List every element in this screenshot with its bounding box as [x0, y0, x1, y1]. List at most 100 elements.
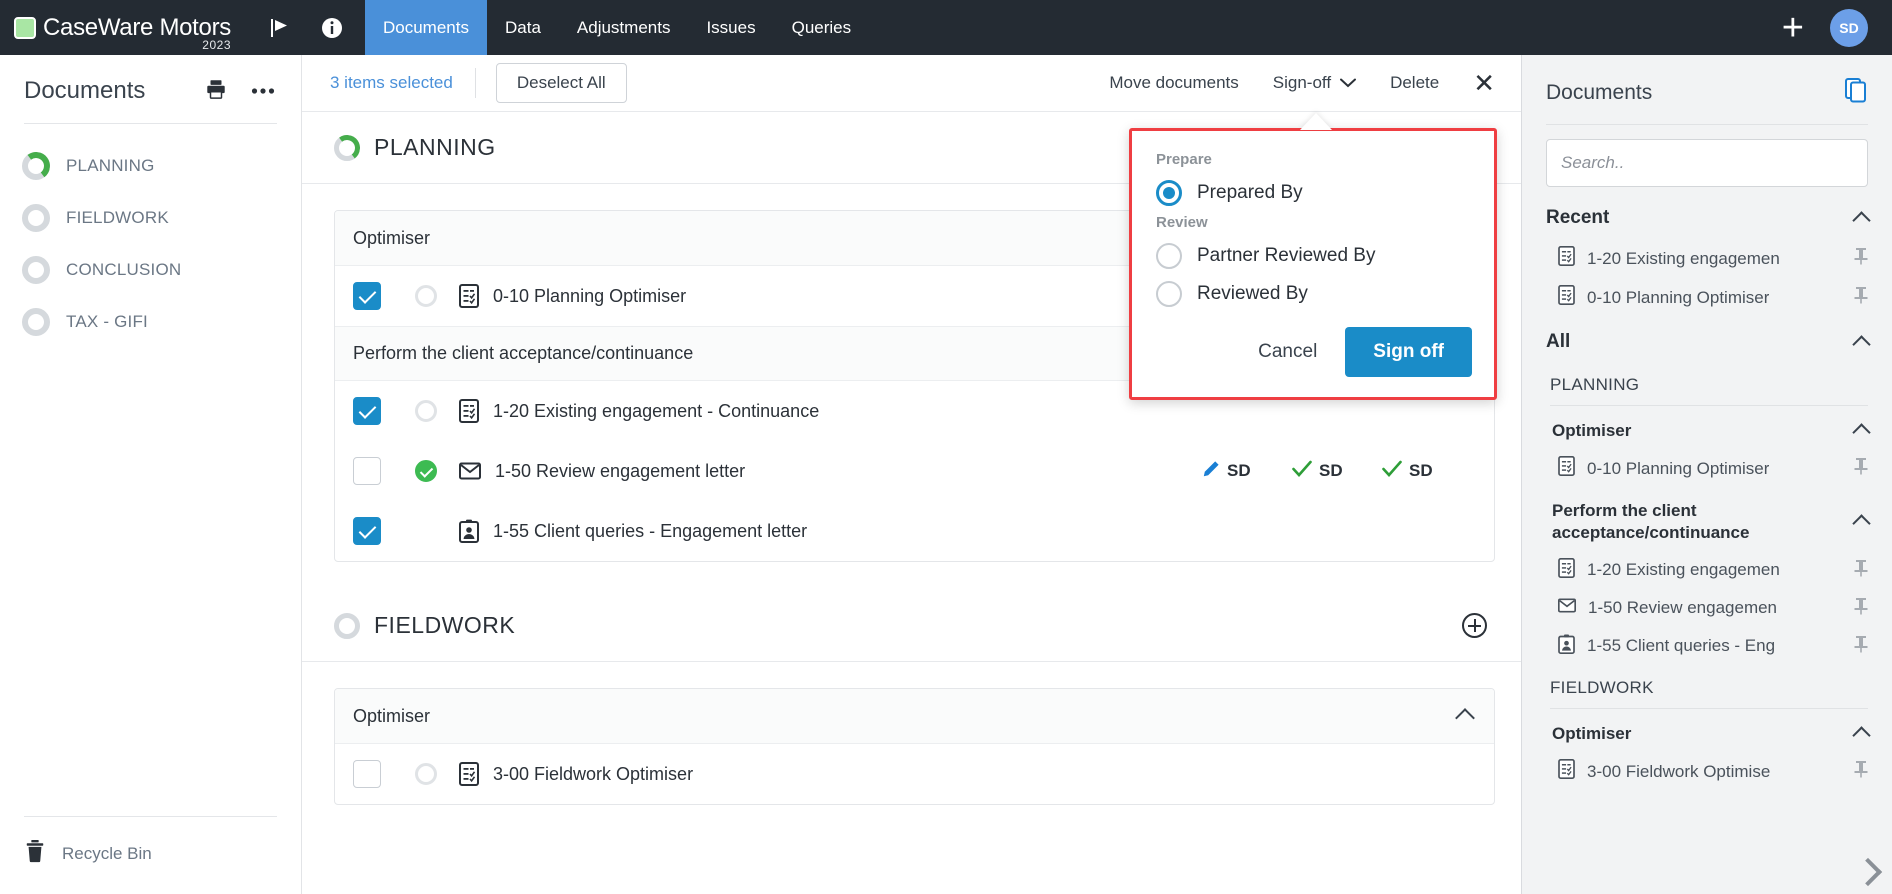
document-name: 1-50 Review engagement letter [495, 461, 745, 482]
tab-issues[interactable]: Issues [688, 0, 773, 55]
pin-icon[interactable] [1854, 247, 1868, 270]
radio-option-reviewed-by[interactable]: Reviewed By [1154, 275, 1472, 313]
delete-button[interactable]: Delete [1390, 73, 1439, 93]
popover-arrow [1300, 113, 1332, 130]
envelope-icon [1558, 598, 1576, 618]
chevron-up-icon[interactable] [1852, 423, 1870, 441]
group-title: Optimiser [1552, 723, 1631, 744]
recent-item[interactable]: 1-20 Existing engagemen [1522, 239, 1892, 278]
sidebar-item-label: FIELDWORK [66, 208, 169, 228]
checklist-document-icon [1558, 246, 1575, 271]
pin-icon[interactable] [1854, 457, 1868, 480]
tab-adjustments[interactable]: Adjustments [559, 0, 689, 55]
group-header-fieldwork-optimiser[interactable]: Optimiser [335, 689, 1494, 744]
tree-group-fieldwork-optimiser[interactable]: Optimiser [1522, 711, 1892, 752]
add-new-button[interactable]: + [1782, 9, 1804, 47]
radio-label: Partner Reviewed By [1197, 245, 1375, 267]
flag-icon[interactable] [267, 15, 293, 41]
radio-button[interactable] [1156, 243, 1182, 269]
tree-group-optimiser[interactable]: Optimiser [1522, 408, 1892, 449]
document-row[interactable]: 1-50 Review engagement letter SD [335, 441, 1494, 501]
row-checkbox[interactable] [353, 397, 381, 425]
chevron-down-icon [1340, 73, 1356, 93]
chevron-right-icon[interactable] [1854, 858, 1882, 886]
more-options-icon[interactable] [251, 82, 275, 100]
row-checkbox[interactable] [353, 457, 381, 485]
tab-queries[interactable]: Queries [774, 0, 870, 55]
pin-icon[interactable] [1854, 597, 1868, 620]
section-header-recent[interactable]: Recent [1522, 193, 1892, 239]
tree-document-item[interactable]: 0-10 Planning Optimiser [1522, 449, 1892, 488]
tree-document-item[interactable]: 1-50 Review engagemen [1522, 590, 1892, 627]
recycle-bin-label: Recycle Bin [62, 844, 152, 864]
sign-off-button[interactable]: Sign off [1345, 327, 1472, 377]
row-checkbox[interactable] [353, 282, 381, 310]
cancel-button[interactable]: Cancel [1240, 329, 1335, 375]
close-icon[interactable]: ✕ [1473, 70, 1495, 96]
signoff-partner-reviewed[interactable]: SD [1382, 460, 1472, 483]
checklist-document-icon [459, 284, 479, 308]
recent-item[interactable]: 0-10 Planning Optimiser [1522, 278, 1892, 317]
row-checkbox[interactable] [353, 517, 381, 545]
tab-data[interactable]: Data [487, 0, 559, 55]
row-checkbox[interactable] [353, 760, 381, 788]
pin-icon[interactable] [1854, 286, 1868, 309]
deselect-all-button[interactable]: Deselect All [496, 63, 627, 103]
signoff-reviewed[interactable]: SD [1292, 460, 1382, 483]
radio-button[interactable] [1156, 281, 1182, 307]
left-sidebar: Documents [0, 55, 302, 894]
pin-icon[interactable] [1854, 635, 1868, 658]
page-title: Documents [24, 77, 145, 105]
move-documents-button[interactable]: Move documents [1109, 73, 1238, 93]
popover-actions: Cancel Sign off [1154, 327, 1472, 377]
tree-document-item[interactable]: 1-55 Client queries - Eng [1522, 627, 1892, 666]
pencil-icon [1202, 460, 1220, 483]
chevron-up-icon[interactable] [1852, 335, 1870, 353]
signoff-status-icon[interactable] [415, 460, 437, 482]
tree-group-client-acceptance[interactable]: Perform the client acceptance/continuanc… [1522, 488, 1892, 551]
tab-documents[interactable]: Documents [365, 0, 487, 55]
pin-icon[interactable] [1854, 760, 1868, 783]
section-header-all[interactable]: All [1522, 317, 1892, 363]
avatar[interactable]: SD [1830, 9, 1868, 47]
signoff-prepared[interactable]: SD [1202, 460, 1292, 483]
sidebar-item-tax-gifi[interactable]: TAX - GIFI [0, 296, 301, 348]
sidebar-item-planning[interactable]: PLANNING [0, 140, 301, 192]
chevron-up-icon[interactable] [1455, 708, 1475, 728]
document-row[interactable]: 3-00 Fieldwork Optimiser [335, 744, 1494, 804]
right-panel-title: Documents [1546, 81, 1652, 105]
chevron-up-icon[interactable] [1852, 211, 1870, 229]
sidebar-item-fieldwork[interactable]: FIELDWORK [0, 192, 301, 244]
chevron-up-icon[interactable] [1852, 726, 1870, 744]
recycle-bin-item[interactable]: Recycle Bin [24, 816, 277, 894]
signoff-dropdown-label: Sign-off [1273, 73, 1331, 93]
info-icon[interactable] [319, 15, 345, 41]
document-name: 0-10 Planning Optimiser [493, 286, 686, 307]
sidebar-item-label: PLANNING [66, 156, 155, 176]
copy-documents-icon[interactable] [1844, 77, 1870, 108]
radio-option-prepared-by[interactable]: Prepared By [1154, 174, 1472, 212]
radio-option-partner-reviewed-by[interactable]: Partner Reviewed By [1154, 237, 1472, 275]
search-input[interactable] [1546, 139, 1868, 187]
document-row[interactable]: 1-55 Client queries - Engagement letter [335, 501, 1494, 561]
tree-document-item[interactable]: 1-20 Existing engagemen [1522, 551, 1892, 590]
section-label: Recent [1546, 207, 1609, 229]
add-document-icon[interactable] [1462, 613, 1487, 638]
signoff-dropdown-button[interactable]: Sign-off [1273, 73, 1356, 93]
checklist-document-icon [459, 762, 479, 786]
group-title: Perform the client acceptance/continuanc… [353, 343, 693, 364]
sidebar-item-conclusion[interactable]: CONCLUSION [0, 244, 301, 296]
pin-icon[interactable] [1854, 559, 1868, 582]
signoff-status-icon[interactable] [415, 763, 437, 785]
radio-button[interactable] [1156, 180, 1182, 206]
chevron-up-icon[interactable] [1852, 514, 1870, 532]
app-root: CaseWare Motors 2023 Documents Data Adju… [0, 0, 1892, 894]
signoff-status-icon[interactable] [415, 400, 437, 422]
signoff-status-icon[interactable] [415, 285, 437, 307]
trash-icon [24, 839, 46, 868]
printer-icon[interactable] [205, 78, 227, 105]
stage-title: PLANNING [374, 134, 496, 161]
document-name: 1-20 Existing engagemen [1587, 249, 1780, 269]
tree-document-item[interactable]: 3-00 Fieldwork Optimise [1522, 752, 1892, 791]
document-name: 1-50 Review engagemen [1588, 598, 1777, 618]
